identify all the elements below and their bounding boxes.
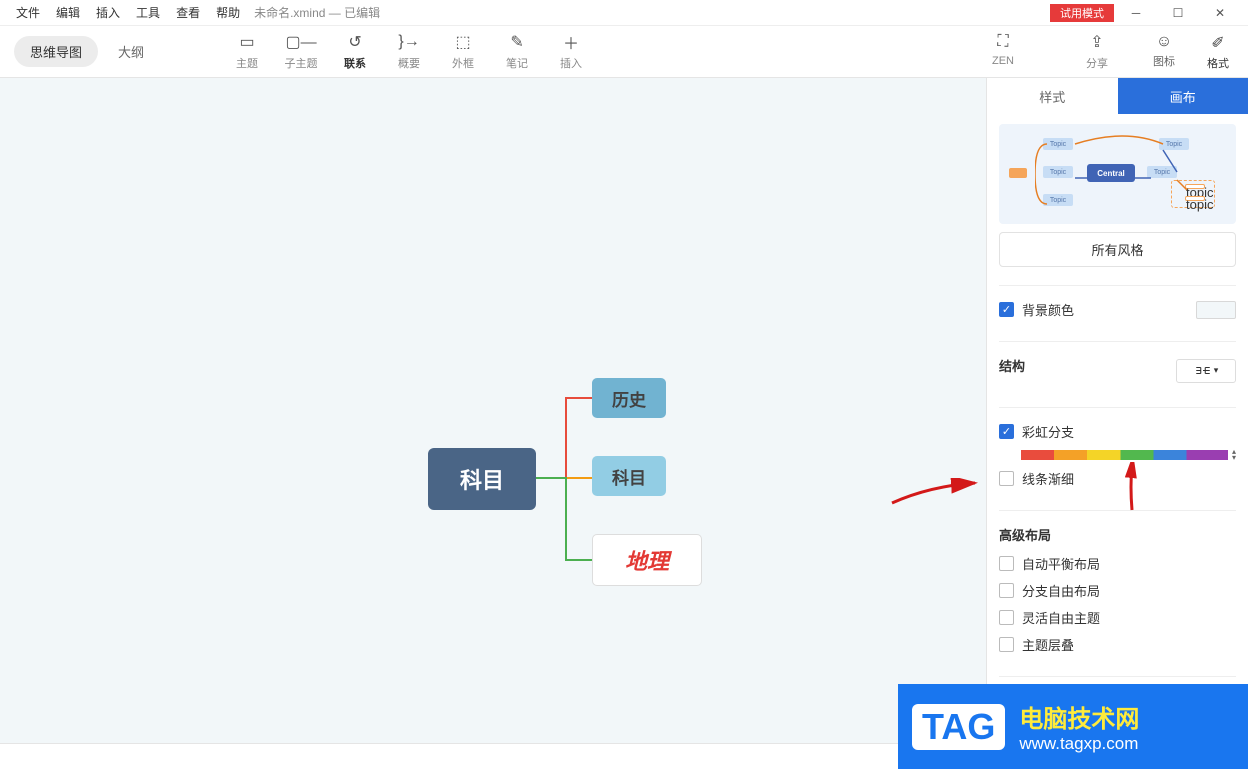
tool-relation[interactable]: ↺联系 (328, 32, 382, 71)
watermark-tag: TAG (912, 704, 1005, 750)
watermark-url: www.tagxp.com (1019, 734, 1139, 754)
annotation-arrow-1 (890, 478, 980, 508)
label-structure: 结构 (999, 356, 1025, 375)
tool-share[interactable]: ⇪分享 (1070, 32, 1124, 71)
checkbox-free-branch[interactable] (999, 583, 1014, 598)
plus-icon: ＋ (563, 32, 579, 52)
brush-icon: ✐ (1211, 33, 1224, 53)
bg-color-swatch[interactable] (1196, 301, 1236, 319)
connector-lines (536, 396, 596, 566)
structure-select[interactable]: ▾ (1176, 359, 1236, 383)
menu-help[interactable]: 帮助 (208, 4, 248, 21)
checkbox-rainbow[interactable]: ✓ (999, 424, 1014, 439)
relation-icon: ↺ (348, 32, 361, 52)
node-central[interactable]: 科目 (428, 448, 536, 510)
checkbox-bg-color[interactable]: ✓ (999, 302, 1014, 317)
menu-file[interactable]: 文件 (8, 4, 48, 21)
tool-summary[interactable]: }→概要 (382, 32, 436, 71)
preview-orange-box (1009, 168, 1027, 178)
tool-topic[interactable]: ▭主题 (220, 32, 274, 71)
label-auto-balance: 自动平衡布局 (1022, 554, 1100, 573)
all-styles-button[interactable]: 所有风格 (999, 232, 1236, 267)
label-tapered: 线条渐细 (1022, 469, 1074, 488)
menu-bar: 文件 编辑 插入 工具 查看 帮助 未命名.xmind — 已编辑 试用模式 ─… (0, 0, 1248, 26)
chevron-down-icon: ▾ (1214, 365, 1219, 376)
tab-outline[interactable]: 大纲 (102, 36, 160, 67)
label-rainbow: 彩虹分支 (1022, 422, 1074, 441)
structure-icon (1194, 366, 1212, 375)
preview-lines (1035, 132, 1195, 216)
panel-tab-canvas[interactable]: 画布 (1118, 78, 1248, 114)
watermark-title: 电脑技术网 (1019, 699, 1139, 734)
tool-zen[interactable]: ⛶ZEN (976, 32, 1030, 71)
tool-icons[interactable]: ☺图标 (1144, 33, 1184, 71)
panel-tab-style[interactable]: 样式 (987, 78, 1118, 114)
mindmap-canvas[interactable]: 科目 历史 科目 地理 (0, 78, 986, 743)
node-subject[interactable]: 科目 (592, 456, 666, 496)
topic-icon: ▭ (239, 32, 254, 52)
checkbox-auto-balance[interactable] (999, 556, 1014, 571)
tool-note[interactable]: ✎笔记 (490, 32, 544, 71)
menu-tools[interactable]: 工具 (128, 4, 168, 21)
menu-view[interactable]: 查看 (168, 4, 208, 21)
theme-preview[interactable]: Topic Topic Topic Central Topic Topic to… (999, 124, 1236, 224)
tool-boundary[interactable]: ⬚外框 (436, 32, 490, 71)
close-button[interactable]: ✕ (1200, 1, 1240, 25)
smiley-icon: ☺ (1156, 33, 1172, 51)
label-free-branch: 分支自由布局 (1022, 581, 1100, 600)
menu-edit[interactable]: 编辑 (48, 4, 88, 21)
checkbox-flex-topic[interactable] (999, 610, 1014, 625)
rainbow-spinner[interactable]: ▴▾ (1232, 449, 1236, 461)
trial-mode-badge[interactable]: 试用模式 (1050, 4, 1114, 22)
note-icon: ✎ (510, 32, 523, 52)
tool-format[interactable]: ✐格式 (1198, 33, 1238, 71)
summary-icon: }→ (398, 32, 419, 52)
tool-subtopic[interactable]: ▢—子主题 (274, 32, 328, 71)
subtopic-icon: ▢— (285, 32, 316, 52)
label-overlap: 主题层叠 (1022, 635, 1074, 654)
share-icon: ⇪ (1090, 32, 1103, 52)
minimize-button[interactable]: ─ (1116, 1, 1156, 25)
maximize-button[interactable]: ☐ (1158, 1, 1198, 25)
watermark: TAG 电脑技术网 www.tagxp.com (898, 684, 1248, 769)
node-history[interactable]: 历史 (592, 378, 666, 418)
tab-mindmap[interactable]: 思维导图 (14, 36, 98, 67)
tool-insert[interactable]: ＋插入 (544, 32, 598, 71)
checkbox-tapered[interactable] (999, 471, 1014, 486)
toolbar: 思维导图 大纲 ▭主题 ▢—子主题 ↺联系 }→概要 ⬚外框 ✎笔记 ＋插入 ⛶… (0, 26, 1248, 78)
document-title: 未命名.xmind — 已编辑 (254, 4, 380, 21)
zen-icon: ⛶ (997, 32, 1008, 52)
node-geography[interactable]: 地理 (592, 534, 702, 586)
label-flex-topic: 灵活自由主题 (1022, 608, 1100, 627)
boundary-icon: ⬚ (455, 32, 470, 52)
label-advanced-layout: 高级布局 (999, 525, 1236, 544)
checkbox-overlap[interactable] (999, 637, 1014, 652)
rainbow-gradient[interactable] (1021, 450, 1228, 460)
format-panel: 样式 画布 Topic Topic Topic Central Topic To… (986, 78, 1248, 743)
label-bg-color: 背景颜色 (1022, 300, 1074, 319)
menu-insert[interactable]: 插入 (88, 4, 128, 21)
